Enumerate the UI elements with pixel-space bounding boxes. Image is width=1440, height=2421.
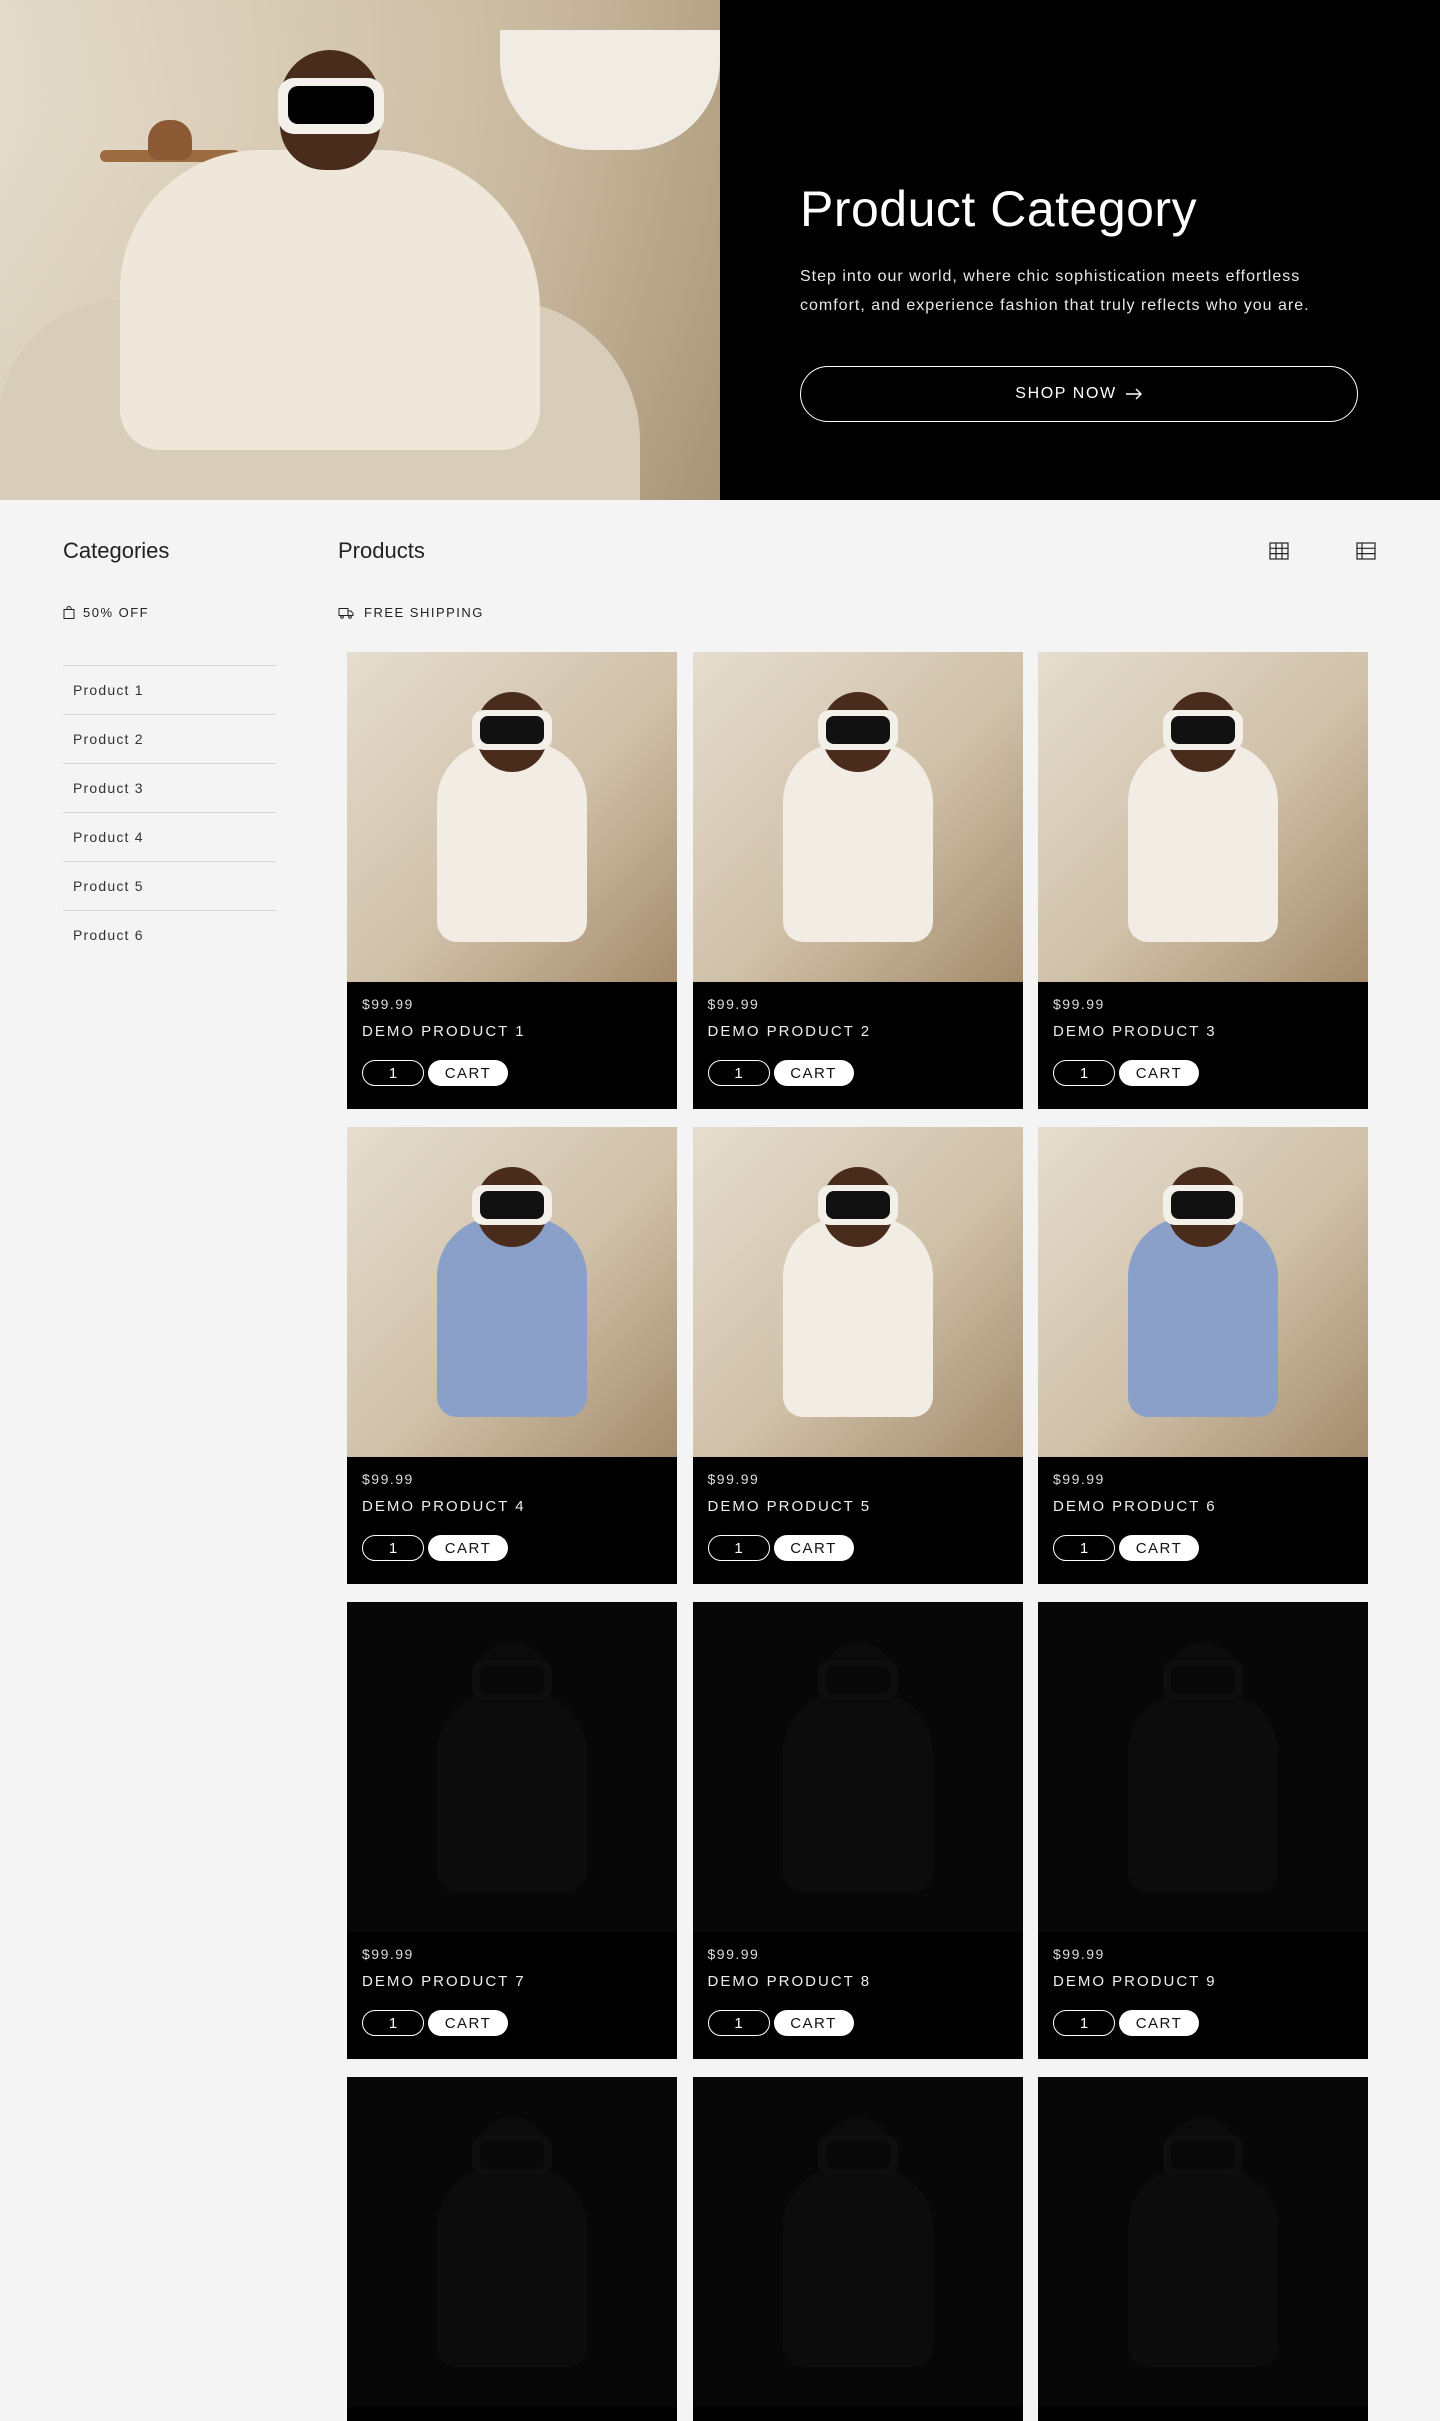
product-card-9[interactable]: $99.99 DEMO PRODUCT 9 CART	[1038, 1602, 1368, 2059]
hero-text: Product Category Step into our world, wh…	[800, 180, 1360, 320]
free-shipping-label: FREE SHIPPING	[364, 605, 484, 620]
product-card-7[interactable]: $99.99 DEMO PRODUCT 7 CART	[347, 1602, 677, 2059]
product-image[interactable]	[1038, 2077, 1368, 2407]
add-to-cart-button[interactable]: CART	[428, 1060, 508, 1086]
add-to-cart-button[interactable]: CART	[1119, 1535, 1199, 1561]
shopping-bag-icon	[63, 606, 75, 619]
product-card-6[interactable]: $99.99 DEMO PRODUCT 6 CART	[1038, 1127, 1368, 1584]
product-price: $99.99	[362, 1471, 414, 1487]
category-item-product-6[interactable]: Product 6	[63, 910, 276, 959]
product-price: $99.99	[1053, 996, 1105, 1012]
hero-section: Product Category Step into our world, wh…	[0, 0, 1440, 500]
add-to-cart-button[interactable]: CART	[773, 1060, 854, 1086]
quantity-input[interactable]	[707, 1060, 770, 1086]
product-name[interactable]: DEMO PRODUCT 7	[362, 1973, 662, 1990]
product-image[interactable]	[347, 2077, 677, 2407]
quantity-input[interactable]	[362, 2010, 424, 2036]
product-image[interactable]	[347, 1602, 677, 1932]
product-image[interactable]	[1038, 1127, 1368, 1457]
quantity-input[interactable]	[707, 2010, 770, 2036]
product-name[interactable]: DEMO PRODUCT 2	[708, 1023, 1008, 1040]
shop-now-label: SHOP NOW	[1015, 385, 1117, 402]
add-to-cart-button[interactable]: CART	[773, 1535, 854, 1561]
list-view-icon[interactable]	[1355, 540, 1377, 562]
arrow-right-icon	[1125, 388, 1142, 400]
add-to-cart-button[interactable]: CART	[1119, 1060, 1199, 1086]
quantity-input[interactable]	[707, 1535, 770, 1561]
add-to-cart-button[interactable]: CART	[428, 2010, 508, 2036]
product-name[interactable]: DEMO PRODUCT 4	[362, 1498, 662, 1515]
product-grid: $99.99 DEMO PRODUCT 1 CART $99.99 DEMO P…	[347, 652, 1368, 2421]
product-price: $99.99	[707, 996, 760, 1012]
product-price: $99.99	[362, 996, 414, 1012]
product-card-11[interactable]	[692, 2077, 1023, 2421]
hero-image	[0, 0, 720, 500]
product-card-12[interactable]	[1038, 2077, 1368, 2421]
product-name[interactable]: DEMO PRODUCT 3	[1053, 1023, 1353, 1040]
add-to-cart-button[interactable]: CART	[1119, 2010, 1199, 2036]
category-list: Product 1 Product 2 Product 3 Product 4 …	[63, 665, 276, 959]
add-to-cart-button[interactable]: CART	[428, 1535, 508, 1561]
quantity-input[interactable]	[362, 1060, 424, 1086]
product-card-4[interactable]: $99.99 DEMO PRODUCT 4 CART	[347, 1127, 677, 1584]
quantity-input[interactable]	[1053, 1060, 1115, 1086]
product-card-8[interactable]: $99.99 DEMO PRODUCT 8 CART	[692, 1602, 1023, 2059]
product-image[interactable]	[1038, 652, 1368, 982]
quantity-input[interactable]	[362, 1535, 424, 1561]
product-name[interactable]: DEMO PRODUCT 9	[1053, 1973, 1353, 1990]
product-image[interactable]	[692, 1602, 1023, 1932]
product-card-1[interactable]: $99.99 DEMO PRODUCT 1 CART	[347, 652, 677, 1109]
product-card-5[interactable]: $99.99 DEMO PRODUCT 5 CART	[692, 1127, 1023, 1584]
hero-description: Step into our world, where chic sophisti…	[800, 268, 1310, 314]
product-price: $99.99	[1053, 1946, 1105, 1962]
category-item-product-4[interactable]: Product 4	[63, 812, 276, 861]
hero-title: Product Category	[800, 181, 1198, 237]
product-name[interactable]: DEMO PRODUCT 5	[708, 1498, 1008, 1515]
product-card-2[interactable]: $99.99 DEMO PRODUCT 2 CART	[692, 652, 1023, 1109]
promo-badge: 50% OFF	[63, 605, 149, 620]
category-item-product-5[interactable]: Product 5	[63, 861, 276, 910]
quantity-input[interactable]	[1053, 1535, 1115, 1561]
product-name[interactable]: DEMO PRODUCT 1	[362, 1023, 662, 1040]
product-card-10[interactable]	[347, 2077, 677, 2421]
grid-view-icon[interactable]	[1268, 540, 1290, 562]
product-name[interactable]: DEMO PRODUCT 6	[1053, 1498, 1353, 1515]
product-card-3[interactable]: $99.99 DEMO PRODUCT 3 CART	[1038, 652, 1368, 1109]
promo-label: 50% OFF	[83, 605, 150, 620]
category-item-product-3[interactable]: Product 3	[63, 763, 276, 812]
product-image[interactable]	[347, 1127, 677, 1457]
product-price: $99.99	[1053, 1471, 1105, 1487]
quantity-input[interactable]	[1053, 2010, 1115, 2036]
truck-icon	[338, 607, 354, 619]
products-title: Products	[338, 538, 425, 563]
free-shipping-badge: FREE SHIPPING	[338, 605, 484, 620]
product-price: $99.99	[707, 1471, 760, 1487]
product-image[interactable]	[692, 2077, 1023, 2407]
product-image[interactable]	[1038, 1602, 1368, 1932]
category-item-product-2[interactable]: Product 2	[63, 714, 276, 763]
product-image[interactable]	[692, 1127, 1023, 1457]
shop-now-button[interactable]: SHOP NOW	[800, 366, 1358, 422]
product-price: $99.99	[362, 1946, 414, 1962]
product-image[interactable]	[692, 652, 1023, 982]
category-item-product-1[interactable]: Product 1	[63, 665, 276, 714]
product-price: $99.99	[707, 1946, 760, 1962]
product-name[interactable]: DEMO PRODUCT 8	[708, 1973, 1008, 1990]
add-to-cart-button[interactable]: CART	[773, 2010, 854, 2036]
product-image[interactable]	[347, 652, 677, 982]
categories-title: Categories	[63, 538, 170, 563]
